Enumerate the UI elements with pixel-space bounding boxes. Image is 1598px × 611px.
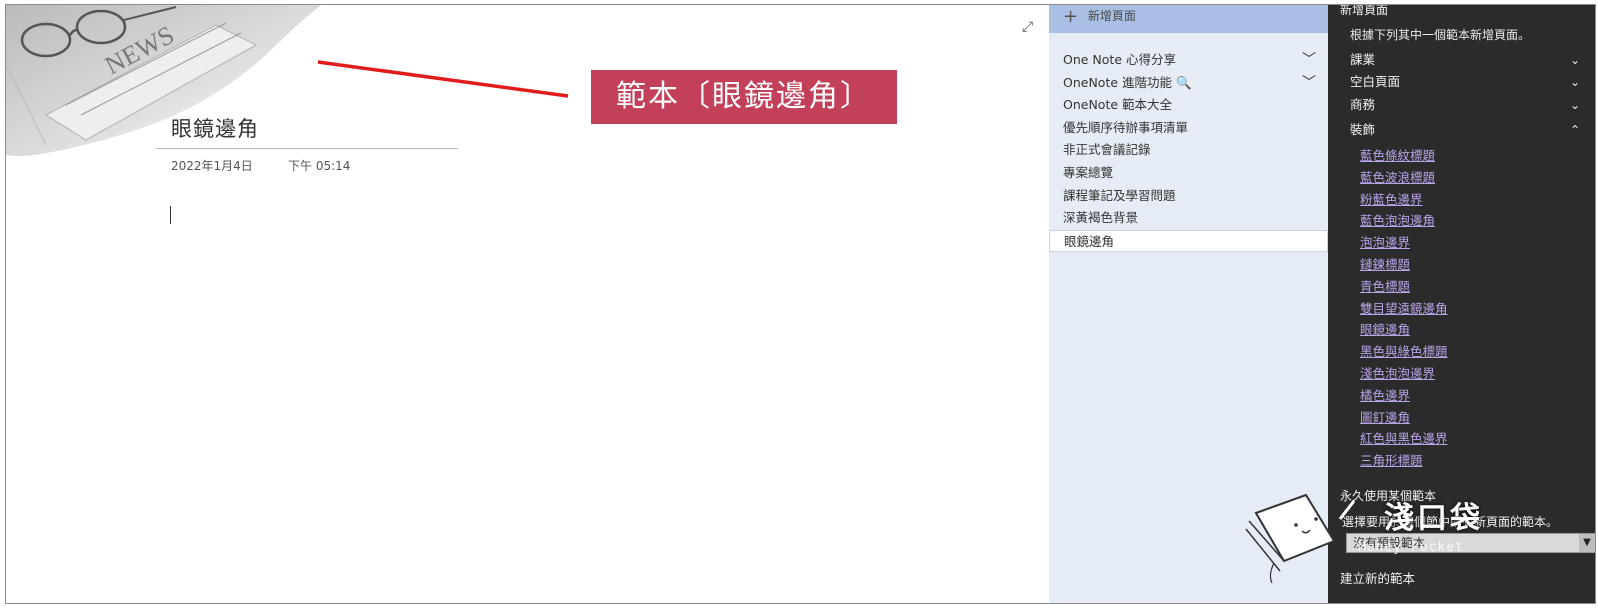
templates-description: 根據下列其中一個範本新增頁面。 [1350, 28, 1531, 42]
page-item-label: 非正式會議記錄 [1063, 142, 1151, 158]
chevron-down-icon[interactable]: ﹀ [1302, 72, 1316, 95]
add-page-button[interactable]: + 新增頁面 [1049, 5, 1328, 33]
expand-icon[interactable]: ⤢ [1022, 19, 1038, 35]
page-date: 2022年1月4日 [171, 159, 253, 173]
template-link-binoculars-corner[interactable]: 雙目望遠鏡邊角 [1360, 298, 1448, 320]
template-link-light-bubble-border[interactable]: 淺色泡泡邊界 [1360, 363, 1448, 385]
page-item-project-overview[interactable]: 專案總覽 [1049, 162, 1328, 185]
add-page-label: 新增頁面 [1087, 9, 1136, 23]
template-link-red-black-border[interactable]: 紅色與黑色邊界 [1360, 428, 1448, 450]
template-link-chain-title[interactable]: 鏈鍊標題 [1360, 254, 1448, 276]
page-time: 下午 05:14 [288, 159, 351, 173]
page-canvas[interactable]: NEWS ⤢ 眼鏡邊角 2022年1月4日 下午 05:14 範本〔眼鏡邊角〕 [6, 5, 1049, 603]
page-item-glasses-corner[interactable]: 眼鏡邊角 [1049, 229, 1328, 253]
decorative-template-list: 藍色條紋標題 藍色波浪標題 粉藍色邊界 藍色泡泡邊角 泡泡邊界 鏈鍊標題 青色標… [1360, 145, 1448, 472]
page-item-onenote-advanced[interactable]: OneNote 進階功能 🔍 ﹀ [1049, 72, 1328, 95]
category-label: 課業 [1350, 52, 1376, 67]
page-item-priority-todo[interactable]: 優先順序待辦事項清單 [1049, 117, 1328, 140]
page-item-informal-meeting[interactable]: 非正式會議記錄 [1049, 139, 1328, 162]
template-callout-label: 範本〔眼鏡邊角〕 [591, 70, 897, 124]
category-business[interactable]: 商務 ⌄ [1350, 94, 1580, 116]
template-link-blue-stripe-title[interactable]: 藍色條紋標題 [1360, 145, 1448, 167]
page-item-label: 專案總覽 [1063, 164, 1114, 180]
page-item-label: OneNote 進階功能 🔍 [1063, 74, 1192, 90]
onenote-window: NEWS ⤢ 眼鏡邊角 2022年1月4日 下午 05:14 範本〔眼鏡邊角〕 … [5, 4, 1596, 604]
page-list-pane: + 新增頁面 One Note 心得分享 ﹀ OneNote 進階功能 🔍 ﹀ … [1049, 5, 1328, 603]
watermark-subtitle: Money Pocket [1358, 540, 1464, 555]
template-link-glasses-corner[interactable]: 眼鏡邊角 [1360, 319, 1448, 341]
template-link-powder-blue-border[interactable]: 粉藍色邊界 [1360, 189, 1448, 211]
page-item-course-notes[interactable]: 課程筆記及學習問題 [1049, 185, 1328, 208]
category-decorative[interactable]: 裝飾 ⌃ [1350, 119, 1580, 141]
template-link-pushpin-corner[interactable]: 圖釘邊角 [1360, 407, 1448, 429]
template-link-orange-border[interactable]: 橘色邊界 [1360, 385, 1448, 407]
page-item-template-collection[interactable]: OneNote 範本大全 [1049, 94, 1328, 117]
template-link-blue-wave-title[interactable]: 藍色波浪標題 [1360, 167, 1448, 189]
dropdown-arrow-icon[interactable]: ▼ [1579, 534, 1595, 552]
chevron-up-icon: ⌃ [1569, 123, 1580, 137]
category-label: 裝飾 [1350, 122, 1376, 137]
template-link-blue-bubble-corner[interactable]: 藍色泡泡邊角 [1360, 210, 1448, 232]
page-item-label: 課程筆記及學習問題 [1063, 187, 1176, 203]
category-label: 空白頁面 [1350, 74, 1401, 89]
template-link-cyan-title[interactable]: 青色標題 [1360, 276, 1448, 298]
text-cursor [170, 206, 171, 224]
page-item-label: 優先順序待辦事項清單 [1063, 119, 1189, 135]
watermark-brand: 淺口袋 [1384, 501, 1483, 536]
template-link-triangle-title[interactable]: 三角形標題 [1360, 450, 1448, 472]
template-link-black-green-title[interactable]: 黑色與綠色標題 [1360, 341, 1448, 363]
chevron-down-icon: ⌄ [1569, 53, 1580, 67]
create-new-template-link[interactable]: 建立新的範本 [1340, 568, 1415, 587]
page-item-onenote-tips[interactable]: One Note 心得分享 ﹀ [1049, 49, 1328, 72]
page-item-tan-background[interactable]: 深黃褐色背景 [1049, 207, 1328, 230]
chevron-down-icon: ⌄ [1569, 98, 1580, 112]
page-item-label: 眼鏡邊角 [1064, 233, 1115, 249]
template-link-bubble-border[interactable]: 泡泡邊界 [1360, 232, 1448, 254]
chevron-down-icon: ⌄ [1569, 75, 1580, 89]
page-item-label: One Note 心得分享 [1063, 52, 1176, 67]
page-title[interactable]: 眼鏡邊角 [171, 113, 259, 143]
category-label: 商務 [1350, 97, 1376, 112]
plus-icon: + [1063, 6, 1079, 27]
category-coursework[interactable]: 課業 ⌄ [1350, 49, 1580, 71]
title-divider [156, 148, 458, 149]
templates-heading: 新增頁面 [1340, 4, 1389, 17]
category-blank-pages[interactable]: 空白頁面 ⌄ [1350, 71, 1580, 93]
page-item-label: 深黃褐色背景 [1063, 210, 1139, 226]
chevron-down-icon[interactable]: ﹀ [1302, 49, 1316, 72]
page-item-label: OneNote 範本大全 [1063, 97, 1173, 113]
